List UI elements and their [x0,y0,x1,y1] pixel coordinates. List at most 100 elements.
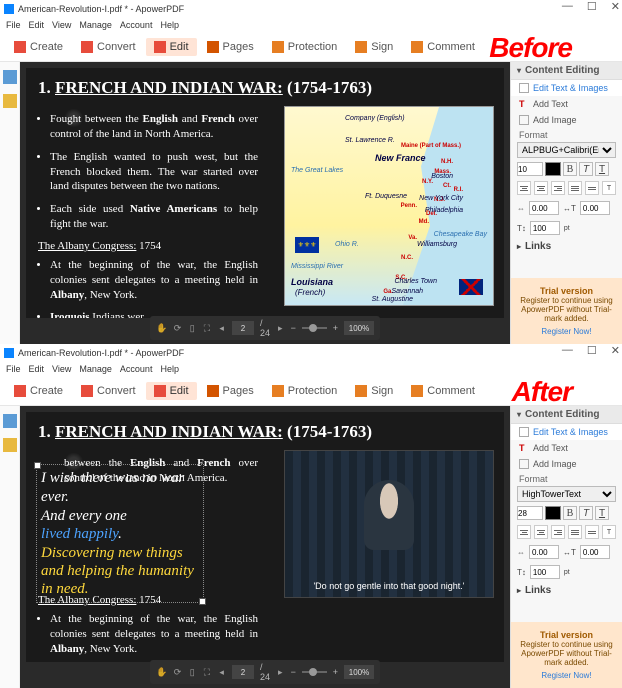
next-page-icon[interactable]: ▸ [276,321,285,335]
edited-line[interactable]: I wish there was no war ever. [41,469,199,507]
menu-manage[interactable]: Manage [79,364,112,374]
edit-button[interactable]: Edit [146,38,197,56]
italic-button[interactable]: T [579,162,593,176]
content-editing-header[interactable]: Content Editing [511,62,622,80]
comment-button[interactable]: Comment [403,382,483,400]
align-justify-button[interactable] [568,181,582,195]
edit-text-images-button[interactable]: Edit Text & Images [511,424,622,440]
window-close-button[interactable]: ✕ [611,344,620,357]
prev-page-icon[interactable]: ◂ [217,665,226,679]
replaced-image[interactable]: 'Do not go gentle into that good night.' [284,450,494,598]
hand-tool-icon[interactable]: ✋ [156,665,167,679]
char-spacing-input[interactable] [529,545,559,559]
align-left-button[interactable] [517,181,531,195]
pages-button[interactable]: Pages [199,38,262,56]
fit-icon[interactable]: ⛶ [203,665,212,679]
align-center-button[interactable] [534,525,548,539]
align-left-button[interactable] [517,525,531,539]
window-maximize-button[interactable]: ☐ [587,344,597,357]
add-text-button[interactable]: TAdd Text [511,440,622,456]
font-size-input[interactable] [517,162,543,176]
zoom-input[interactable] [344,665,374,679]
superscript-button[interactable]: T [602,525,616,539]
align-justify-button[interactable] [568,525,582,539]
menu-account[interactable]: Account [120,20,153,30]
menu-file[interactable]: File [6,364,21,374]
menu-edit[interactable]: Edit [29,20,45,30]
document-viewport[interactable]: 1. FRENCH AND INDIAN WAR: (1754-1763) be… [20,406,510,688]
font-color-picker[interactable] [545,506,561,520]
superscript-button[interactable]: T [602,181,616,195]
pdf-page[interactable]: 1. FRENCH AND INDIAN WAR: (1754-1763) be… [26,412,504,662]
edit-button[interactable]: Edit [146,382,197,400]
next-page-icon[interactable]: ▸ [276,665,285,679]
menu-view[interactable]: View [52,20,71,30]
add-image-button[interactable]: Add Image [511,456,622,472]
links-section[interactable]: Links [511,582,622,599]
bookmarks-icon[interactable] [3,70,17,84]
create-button[interactable]: Create [6,38,71,56]
map-image[interactable]: Company (English) St. Lawrence R. New Fr… [284,106,494,306]
zoom-in-icon[interactable]: + [333,323,338,333]
menu-manage[interactable]: Manage [79,20,112,30]
align-center-button[interactable] [534,181,548,195]
prev-page-icon[interactable]: ◂ [217,321,226,335]
underline-button[interactable]: T [595,506,609,520]
zoom-slider[interactable] [302,327,327,329]
pdf-page[interactable]: 1. FRENCH AND INDIAN WAR: (1754-1763) Fo… [26,68,504,318]
pages-button[interactable]: Pages [199,382,262,400]
text-edit-box[interactable]: I wish there was no war ever. And every … [36,464,204,603]
zoom-in-icon[interactable]: + [333,667,338,677]
window-maximize-button[interactable]: ☐ [587,0,597,13]
links-section[interactable]: Links [511,238,622,255]
thumbnails-icon[interactable] [3,94,17,108]
leading-input[interactable] [530,565,560,579]
bookmarks-icon[interactable] [3,414,17,428]
sign-button[interactable]: Sign [347,38,401,56]
register-now-link[interactable]: Register Now! [517,327,616,336]
zoom-slider[interactable] [302,671,327,673]
underline-button[interactable]: T [595,162,609,176]
register-now-link[interactable]: Register Now! [517,671,616,680]
zoom-out-icon[interactable]: − [291,667,296,677]
page-number-input[interactable] [232,321,254,335]
font-color-picker[interactable] [545,162,561,176]
add-text-button[interactable]: TAdd Text [511,96,622,112]
window-close-button[interactable]: ✕ [611,0,620,13]
window-minimize-button[interactable]: — [562,344,573,357]
font-size-input[interactable] [517,506,543,520]
align-right-button[interactable] [551,525,565,539]
menu-file[interactable]: File [6,20,21,30]
list-button[interactable] [585,525,599,539]
leading-input[interactable] [530,221,560,235]
content-editing-header[interactable]: Content Editing [511,406,622,424]
hand-tool-icon[interactable]: ✋ [156,321,167,335]
bold-button[interactable]: B [563,162,577,176]
sign-button[interactable]: Sign [347,382,401,400]
protection-button[interactable]: Protection [264,382,346,400]
menu-account[interactable]: Account [120,364,153,374]
page-icon[interactable]: ▯ [188,665,197,679]
page-icon[interactable]: ▯ [188,321,197,335]
document-viewport[interactable]: 1. FRENCH AND INDIAN WAR: (1754-1763) Fo… [20,62,510,344]
menu-view[interactable]: View [52,364,71,374]
convert-button[interactable]: Convert [73,382,144,400]
edited-line[interactable]: lived happily [41,526,118,542]
convert-button[interactable]: Convert [73,38,144,56]
rotate-icon[interactable]: ⟳ [173,665,182,679]
h-scale-input[interactable] [580,201,610,215]
edited-line[interactable]: And every one [41,507,199,526]
h-scale-input[interactable] [580,545,610,559]
add-image-button[interactable]: Add Image [511,112,622,128]
window-minimize-button[interactable]: — [562,0,573,13]
bold-button[interactable]: B [563,506,577,520]
menu-edit[interactable]: Edit [29,364,45,374]
font-family-select[interactable]: ALPBUG+Calibri(Embedded) [517,142,616,158]
thumbnails-icon[interactable] [3,438,17,452]
menu-help[interactable]: Help [160,20,179,30]
create-button[interactable]: Create [6,382,71,400]
rotate-icon[interactable]: ⟳ [173,321,182,335]
comment-button[interactable]: Comment [403,38,483,56]
italic-button[interactable]: T [579,506,593,520]
menu-help[interactable]: Help [160,364,179,374]
